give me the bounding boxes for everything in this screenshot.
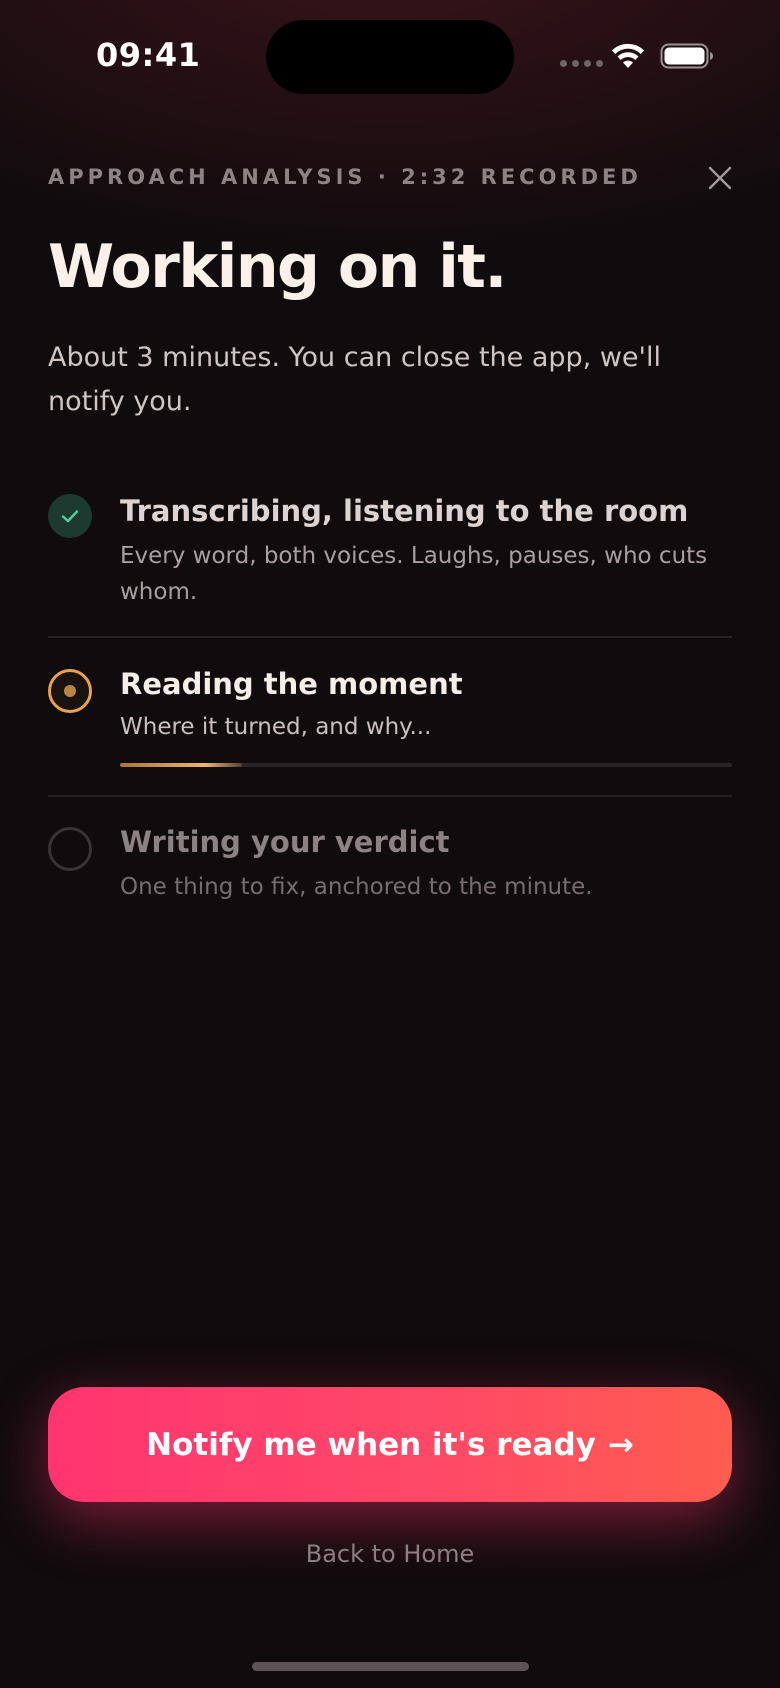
step-writing: Writing your verdict One thing to fix, a…	[48, 825, 732, 915]
check-icon	[48, 494, 92, 538]
analysis-screen: 09:41 APPROACH ANALYSIS · 2:32 RECORDED …	[0, 0, 780, 1688]
step-progress-fill	[120, 763, 243, 767]
step-description: Where it turned, and why...	[120, 714, 432, 740]
close-icon[interactable]	[702, 160, 738, 196]
step-reading: Reading the moment Where it turned, and …	[48, 665, 732, 775]
notify-button[interactable]: Notify me when it's ready →	[48, 1387, 732, 1502]
back-to-home-link[interactable]: Back to Home	[0, 1540, 780, 1568]
divider	[48, 636, 732, 638]
step-progress-bar	[120, 763, 732, 767]
battery-icon	[660, 43, 713, 69]
radio-empty-icon	[48, 827, 92, 871]
step-title: Reading the moment	[120, 667, 463, 701]
wifi-icon	[612, 43, 644, 68]
recording-eyebrow: APPROACH ANALYSIS · 2:32 RECORDED	[48, 165, 642, 189]
step-title: Writing your verdict	[120, 825, 450, 859]
page-title: Working on it.	[48, 232, 507, 302]
step-transcribing: Transcribing, listening to the room Ever…	[48, 494, 732, 638]
notify-button-label: Notify me when it's ready	[146, 1426, 596, 1463]
step-description: One thing to fix, anchored to the minute…	[120, 874, 593, 900]
radio-active-icon	[48, 669, 92, 713]
home-indicator	[252, 1662, 529, 1671]
dynamic-island	[266, 20, 514, 94]
status-time: 09:41	[96, 36, 201, 74]
step-title: Transcribing, listening to the room	[120, 494, 689, 528]
arrow-right-icon: →	[607, 1426, 634, 1463]
divider	[48, 795, 732, 797]
signal-dots-icon	[560, 60, 603, 67]
page-subtitle: About 3 minutes. You can close the app, …	[48, 342, 661, 417]
step-description: Every word, both voices. Laughs, pauses,…	[120, 543, 708, 605]
